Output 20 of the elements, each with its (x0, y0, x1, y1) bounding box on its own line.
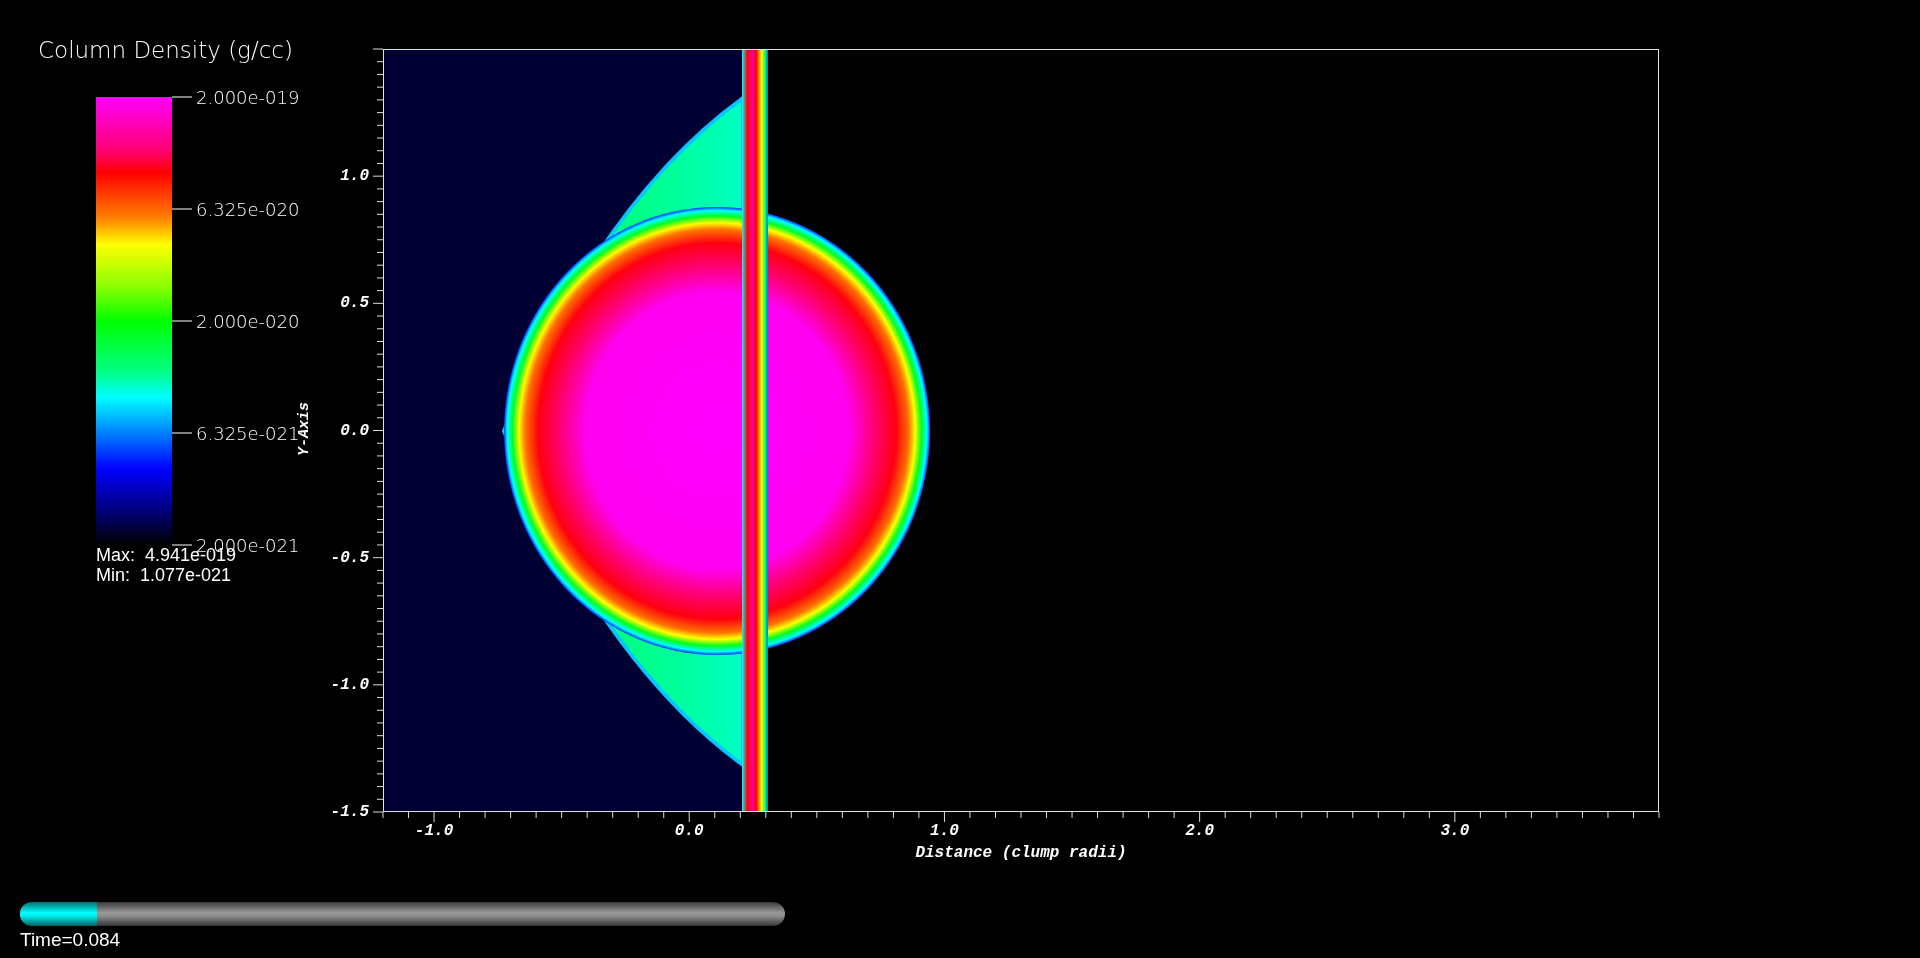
x-tick-label: 1.0 (930, 822, 959, 840)
x-tick-label: -1.0 (414, 822, 454, 840)
y-tick-label: 1.0 (340, 167, 369, 186)
legend-title: Column Density (g/cc) (38, 36, 294, 64)
x-tick-label: 2.0 (1185, 822, 1215, 840)
y-axis-title: Y-Axis (296, 402, 314, 456)
y-tick-label: 0.5 (340, 294, 369, 313)
legend-tick-label: 6.325e-020 (196, 198, 300, 220)
x-tick-label: 0.0 (674, 822, 704, 840)
legend-tick-label: 2.000e-019 (196, 86, 300, 108)
x-axis-title: Distance (clump radii) (914, 844, 1128, 862)
y-tick-label: -1.0 (330, 675, 369, 694)
y-tick-label: -1.5 (330, 803, 369, 821)
y-tick-label: 0.0 (340, 421, 369, 440)
y-tick-label: -0.5 (330, 548, 369, 567)
min-value: Min: 1.077e-021 (96, 565, 232, 585)
time-label: Time=0.084 (20, 928, 122, 952)
x-tick-label: 3.0 (1440, 822, 1470, 840)
legend-tick-label: 2.000e-020 (196, 310, 300, 332)
time-slider[interactable] (20, 902, 785, 926)
